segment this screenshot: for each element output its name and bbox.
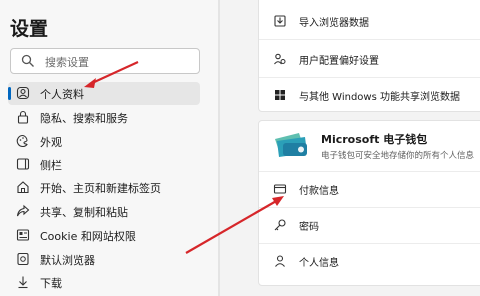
wallet-subtitle: 电子钱包可安全地存储你的所有个人信息 (321, 151, 475, 161)
row-label: 用户配置偏好设置 (299, 56, 379, 67)
people-icon (274, 53, 286, 65)
row-divider (259, 171, 480, 172)
download-icon (18, 276, 28, 289)
search-placeholder: 搜索设置 (45, 56, 89, 69)
sidebar-item-label: 默认浏览器 (40, 254, 95, 267)
payment-info-row[interactable]: 付款信息 (259, 173, 480, 205)
row-label: 导入浏览器数据 (299, 18, 369, 29)
cookie-icon (16, 229, 30, 241)
sidebar-item-label: 隐私、搜索和服务 (40, 112, 128, 125)
browser-icon (17, 252, 29, 266)
row-divider (259, 39, 480, 40)
card-icon (273, 184, 287, 194)
import-icon (274, 15, 286, 27)
key-icon (274, 219, 286, 231)
search-input[interactable]: 搜索设置 (10, 48, 200, 74)
row-label: 个人信息 (299, 258, 339, 269)
appearance-icon (16, 134, 28, 147)
sidebar-item-appearance[interactable]: 外观 (8, 130, 200, 153)
passwords-row[interactable]: 密码 (259, 209, 480, 241)
sidebar-item-default-browser[interactable]: 默认浏览器 (8, 248, 200, 271)
main-content: 导入浏览器数据 用户配置偏好设置 与其他 Windows 功能共享浏览数据 Mi… (220, 0, 480, 296)
home-icon (17, 181, 29, 194)
wallet-icon (275, 133, 307, 157)
personal-info-row[interactable]: 个人信息 (259, 245, 480, 277)
profile-options-card: 导入浏览器数据 用户配置偏好设置 与其他 Windows 功能共享浏览数据 (258, 0, 480, 112)
lock-icon (17, 110, 29, 124)
sidebar-item-label: 侧栏 (40, 159, 62, 172)
sidebar-item-share[interactable]: 共享、复制和粘贴 (8, 200, 200, 223)
row-label: 与其他 Windows 功能共享浏览数据 (299, 92, 460, 103)
profile-icon (16, 86, 30, 100)
share-icon (16, 204, 30, 217)
profile-preferences-row[interactable]: 用户配置偏好设置 (259, 43, 480, 75)
row-label: 密码 (299, 222, 319, 233)
active-indicator (8, 87, 11, 100)
row-divider (259, 77, 480, 78)
sidebar-item-home[interactable]: 开始、主页和新建标签页 (8, 176, 200, 199)
wallet-card: Microsoft 电子钱包 电子钱包可安全地存储你的所有个人信息 付款信息 密… (258, 120, 480, 286)
sidebar-icon (16, 158, 30, 170)
row-divider (259, 243, 480, 244)
settings-sidebar: 设置 搜索设置 个人资料 隐私、搜索和服务 外观 侧栏 开始、主页和新建标签页 … (0, 0, 218, 296)
person-icon (275, 255, 285, 267)
sidebar-item-profile[interactable]: 个人资料 (8, 82, 200, 105)
sidebar-item-label: 下载 (40, 277, 62, 290)
row-divider (259, 207, 480, 208)
sidebar-item-label: 个人资料 (40, 88, 84, 101)
wallet-title: Microsoft 电子钱包 (321, 133, 428, 146)
sidebar-item-label: 开始、主页和新建标签页 (40, 182, 161, 195)
page-title: 设置 (10, 18, 49, 40)
sidebar-item-label: Cookie 和网站权限 (40, 230, 136, 243)
sidebar-item-label: 外观 (40, 136, 62, 149)
sidebar-item-label: 共享、复制和粘贴 (40, 206, 128, 219)
import-data-row[interactable]: 导入浏览器数据 (259, 5, 480, 37)
windows-icon (275, 90, 285, 100)
row-label: 付款信息 (299, 186, 339, 197)
sidebar-item-downloads[interactable]: 下载 (8, 271, 200, 294)
windows-share-row[interactable]: 与其他 Windows 功能共享浏览数据 (259, 79, 480, 111)
search-icon (21, 54, 34, 67)
sidebar-item-cookies[interactable]: Cookie 和网站权限 (8, 224, 200, 247)
sidebar-item-privacy[interactable]: 隐私、搜索和服务 (8, 106, 200, 129)
sidebar-item-sidebar[interactable]: 侧栏 (8, 153, 200, 176)
